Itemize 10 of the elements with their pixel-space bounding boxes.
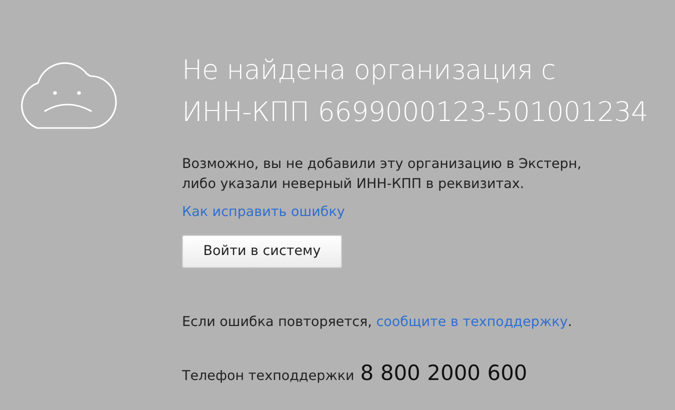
support-link[interactable]: сообщите в техподдержку	[376, 314, 568, 330]
message-line: либо указали неверный ИНН-КПП в реквизитах.	[182, 175, 526, 194]
help-link[interactable]: Как исправить ошибку	[182, 202, 345, 222]
message-line: Возможно, вы не добавили эту организацию в Экстерн,	[182, 155, 582, 174]
support-sentence: Если ошибка повторяется, сообщите в техподдержку.	[182, 313, 574, 332]
heading-line: Не найдена организация с	[182, 54, 557, 88]
phone-number: 8 800 2000 600	[360, 360, 528, 388]
login-button[interactable]: Войти в систему	[182, 235, 342, 268]
heading-line: ИНН-КПП 6699000123-501001234	[182, 96, 648, 130]
phone-label: Телефон техподдержки	[182, 367, 354, 386]
